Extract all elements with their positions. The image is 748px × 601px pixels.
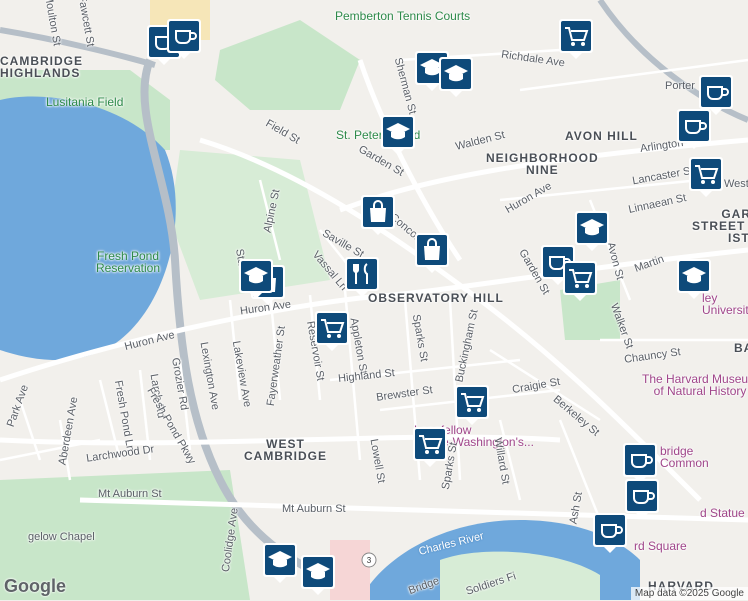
map-marker-restaurant-1[interactable] bbox=[344, 256, 380, 297]
grocery-icon bbox=[413, 427, 447, 467]
map-marker-grocery-4[interactable] bbox=[314, 310, 350, 351]
school-icon bbox=[575, 211, 609, 251]
cafe-icon bbox=[167, 19, 201, 59]
map-marker-cafe-6[interactable] bbox=[622, 442, 658, 483]
map-marker-school-3[interactable] bbox=[380, 114, 416, 155]
map-marker-grocery-5[interactable] bbox=[454, 384, 490, 425]
hospital-area bbox=[330, 540, 370, 600]
route-shield-label: 3 bbox=[367, 556, 372, 565]
map-marker-grocery-3[interactable] bbox=[562, 260, 598, 301]
map-marker-school-7[interactable] bbox=[262, 542, 298, 583]
map-marker-cafe-7[interactable] bbox=[624, 478, 660, 519]
map-marker-school-6[interactable] bbox=[676, 258, 712, 299]
school-icon bbox=[677, 259, 711, 299]
map-marker-shopping-1[interactable] bbox=[360, 194, 396, 235]
map-marker-grocery-6[interactable] bbox=[412, 426, 448, 467]
grocery-icon bbox=[563, 261, 597, 301]
grocery-icon bbox=[689, 157, 723, 197]
map-marker-school-5[interactable] bbox=[574, 210, 610, 251]
map-marker-cafe-4[interactable] bbox=[676, 108, 712, 149]
grocery-icon bbox=[315, 311, 349, 351]
cafe-icon bbox=[593, 513, 627, 553]
school-icon bbox=[439, 57, 473, 97]
grocery-icon bbox=[559, 19, 593, 59]
map-marker-school-4[interactable] bbox=[238, 258, 274, 299]
map-marker-school-8[interactable] bbox=[300, 554, 336, 595]
school-icon bbox=[301, 555, 335, 595]
shopping-bag-icon bbox=[415, 233, 449, 273]
map-attribution[interactable]: Map data ©2025 Google bbox=[630, 587, 748, 600]
map-marker-grocery-1[interactable] bbox=[558, 18, 594, 59]
map-marker-cafe-8[interactable] bbox=[592, 512, 628, 553]
shopping-bag-icon bbox=[361, 195, 395, 235]
school-icon bbox=[239, 259, 273, 299]
map-marker-shopping-3[interactable] bbox=[414, 232, 450, 273]
map-marker-school-2[interactable] bbox=[438, 56, 474, 97]
google-logo: Google bbox=[4, 576, 66, 596]
map-marker-cafe-3[interactable] bbox=[698, 74, 734, 115]
restaurant-icon bbox=[345, 257, 379, 297]
grocery-icon bbox=[455, 385, 489, 425]
cafe-icon bbox=[625, 479, 659, 519]
cafe-icon bbox=[677, 109, 711, 149]
map-marker-cafe-2[interactable] bbox=[166, 18, 202, 59]
map-marker-grocery-2[interactable] bbox=[688, 156, 724, 197]
school-icon bbox=[263, 543, 297, 583]
school-icon bbox=[381, 115, 415, 155]
